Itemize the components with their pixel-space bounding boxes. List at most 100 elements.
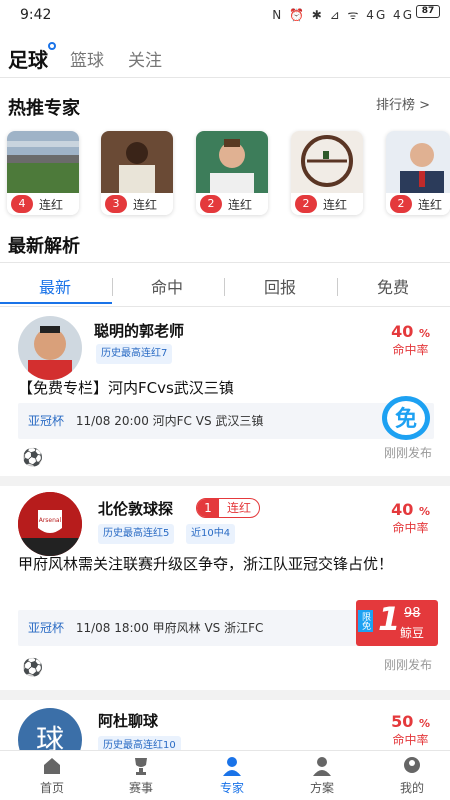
- streak-label: 连红: [228, 198, 253, 212]
- nav-matches[interactable]: 赛事: [111, 755, 171, 796]
- nav-mine[interactable]: 我的: [382, 755, 442, 796]
- expert-name: 阿杜聊球: [98, 712, 159, 730]
- analysis-title: 甲府风林需关注联赛升级区争夺，浙江队亚冠交锋占优！: [18, 555, 394, 573]
- current-streak-label: 连红: [227, 501, 252, 515]
- tab-divider: [224, 278, 225, 296]
- tab-football[interactable]: 足球: [8, 42, 56, 73]
- trophy-icon: [135, 758, 147, 775]
- analysis-card[interactable]: Arsenal 北伦敦球探 1 连红 历史最高连红5 近10中4 40 % 命中率…: [0, 486, 450, 700]
- svg-text:Arsenal: Arsenal: [39, 517, 62, 524]
- league-label: 亚冠杯: [28, 414, 65, 428]
- nav-mine-label: 我的: [399, 781, 424, 795]
- streak-count: 4: [11, 195, 33, 213]
- analysis-card[interactable]: 球 阿杜聊球 历史最高连红10 50 % 命中率: [0, 700, 450, 750]
- card-gap: [0, 690, 450, 700]
- status-time: 9:42: [20, 7, 52, 23]
- tab-follow[interactable]: 关注: [128, 46, 162, 71]
- price-tag-label: 限免: [358, 610, 373, 632]
- published-time: 刚刚发布: [383, 446, 432, 460]
- bottom-nav: 首页 赛事 专家 方案 我的: [0, 750, 450, 800]
- price-unit: 鲸豆: [400, 626, 425, 640]
- avatar: [18, 316, 82, 380]
- streak-row: 2 连红: [196, 193, 268, 215]
- hot-experts-title: 热推专家: [8, 98, 80, 119]
- nav-experts[interactable]: 专家: [202, 755, 262, 796]
- active-dot-icon: [48, 42, 56, 50]
- ranking-link[interactable]: 排行榜 >: [376, 94, 430, 113]
- football-icon: ⚽: [22, 658, 44, 678]
- hot-expert-card[interactable]: 4 连红: [7, 131, 79, 215]
- hot-expert-card[interactable]: 3 连红: [101, 131, 173, 215]
- match-info: 11/08 20:00 河内FC VS 武汉三镇: [75, 414, 264, 428]
- hit-rate-value: 40: [391, 500, 414, 519]
- plan-icon: [313, 757, 331, 776]
- active-tab-underline: [0, 302, 112, 304]
- free-tag-icon: 免: [382, 396, 430, 440]
- hit-rate-label: 命中率: [392, 733, 429, 747]
- nav-plans-label: 方案: [309, 781, 334, 795]
- expert-name: 聪明的郭老师: [94, 322, 185, 340]
- history-streak-badge: 历史最高连红10: [98, 736, 181, 750]
- price-old: 98: [404, 606, 421, 621]
- tab-free[interactable]: 免费: [348, 274, 438, 298]
- recent-hits-badge: 近10中4: [186, 524, 236, 544]
- hit-rate-label: 命中率: [392, 343, 429, 357]
- nav-matches-label: 赛事: [128, 781, 153, 795]
- hit-rate-value: 40: [391, 322, 414, 341]
- streak-label: 连红: [323, 198, 348, 212]
- hot-expert-card[interactable]: 2 连红: [291, 131, 363, 215]
- sport-tabs: 足球 篮球 关注: [0, 40, 450, 76]
- avatar: 球: [18, 708, 82, 750]
- streak-row: 4 连红: [7, 193, 79, 215]
- streak-row: 3 连红: [101, 193, 173, 215]
- tab-return[interactable]: 回报: [235, 274, 325, 298]
- divider: [0, 77, 450, 78]
- status-bar: 9:42 N ⏰ ✱ ⊿ ᯤ 4G 4G 87: [0, 0, 450, 32]
- price-tag[interactable]: 限免 1 98 鲸豆: [356, 600, 438, 646]
- hit-rate-unit: %: [418, 505, 430, 518]
- analysis-card[interactable]: 聪明的郭老师 历史最高连红7 40 % 命中率 【免费专栏】河内FCvs武汉三镇…: [0, 306, 450, 474]
- expert-icon: [223, 757, 241, 776]
- published-time: 刚刚发布: [383, 658, 432, 672]
- hit-rate-unit: %: [418, 717, 430, 730]
- price-new: 1: [378, 600, 401, 638]
- latest-analysis-title: 最新解析: [8, 236, 80, 257]
- nav-home-label: 首页: [39, 781, 64, 795]
- card-gap: [0, 476, 450, 486]
- hit-rate: 40 % 命中率: [391, 500, 430, 536]
- football-icon: ⚽: [22, 448, 44, 468]
- streak-label: 连红: [133, 198, 158, 212]
- avatar: Arsenal: [18, 492, 82, 556]
- hit-rate: 50 % 命中率: [391, 712, 430, 748]
- tab-divider: [337, 278, 338, 296]
- current-streak-count: 1: [197, 499, 219, 517]
- nav-plans[interactable]: 方案: [292, 755, 352, 796]
- streak-count: 2: [200, 195, 222, 213]
- hot-expert-card[interactable]: 2 连红: [196, 131, 268, 215]
- home-icon: [44, 758, 60, 774]
- nav-experts-label: 专家: [219, 781, 244, 795]
- streak-label: 连红: [418, 198, 443, 212]
- shelf-photo: [291, 131, 363, 193]
- league-label: 亚冠杯: [28, 621, 65, 635]
- person-photo: [196, 131, 268, 193]
- hot-expert-card[interactable]: 2 连红: [386, 131, 450, 215]
- person-photo: [101, 131, 173, 193]
- tab-hit[interactable]: 命中: [122, 274, 212, 298]
- tab-basketball[interactable]: 篮球: [70, 46, 104, 71]
- analysis-title: 【免费专栏】河内FCvs武汉三镇: [18, 379, 234, 397]
- streak-row: 2 连红: [291, 193, 363, 215]
- tab-football-label: 足球: [8, 48, 48, 72]
- history-streak-badge: 历史最高连红5: [98, 524, 175, 544]
- expert-name: 北伦敦球探: [98, 500, 174, 518]
- hit-rate: 40 % 命中率: [391, 322, 430, 358]
- match-info-bar: 亚冠杯 11/08 18:00 甲府风林 VS 浙江FC: [18, 610, 358, 646]
- streak-row: 2 连红: [386, 193, 450, 215]
- tab-latest[interactable]: 最新: [10, 274, 100, 298]
- stadium-photo: [7, 131, 79, 193]
- current-streak-pill: 1 连红: [196, 498, 261, 518]
- nav-home[interactable]: 首页: [22, 755, 82, 796]
- status-icons: N ⏰ ✱ ⊿ ᯤ 4G 4G: [272, 8, 414, 22]
- hit-rate-unit: %: [418, 327, 430, 340]
- history-streak-badge: 历史最高连红7: [96, 344, 173, 364]
